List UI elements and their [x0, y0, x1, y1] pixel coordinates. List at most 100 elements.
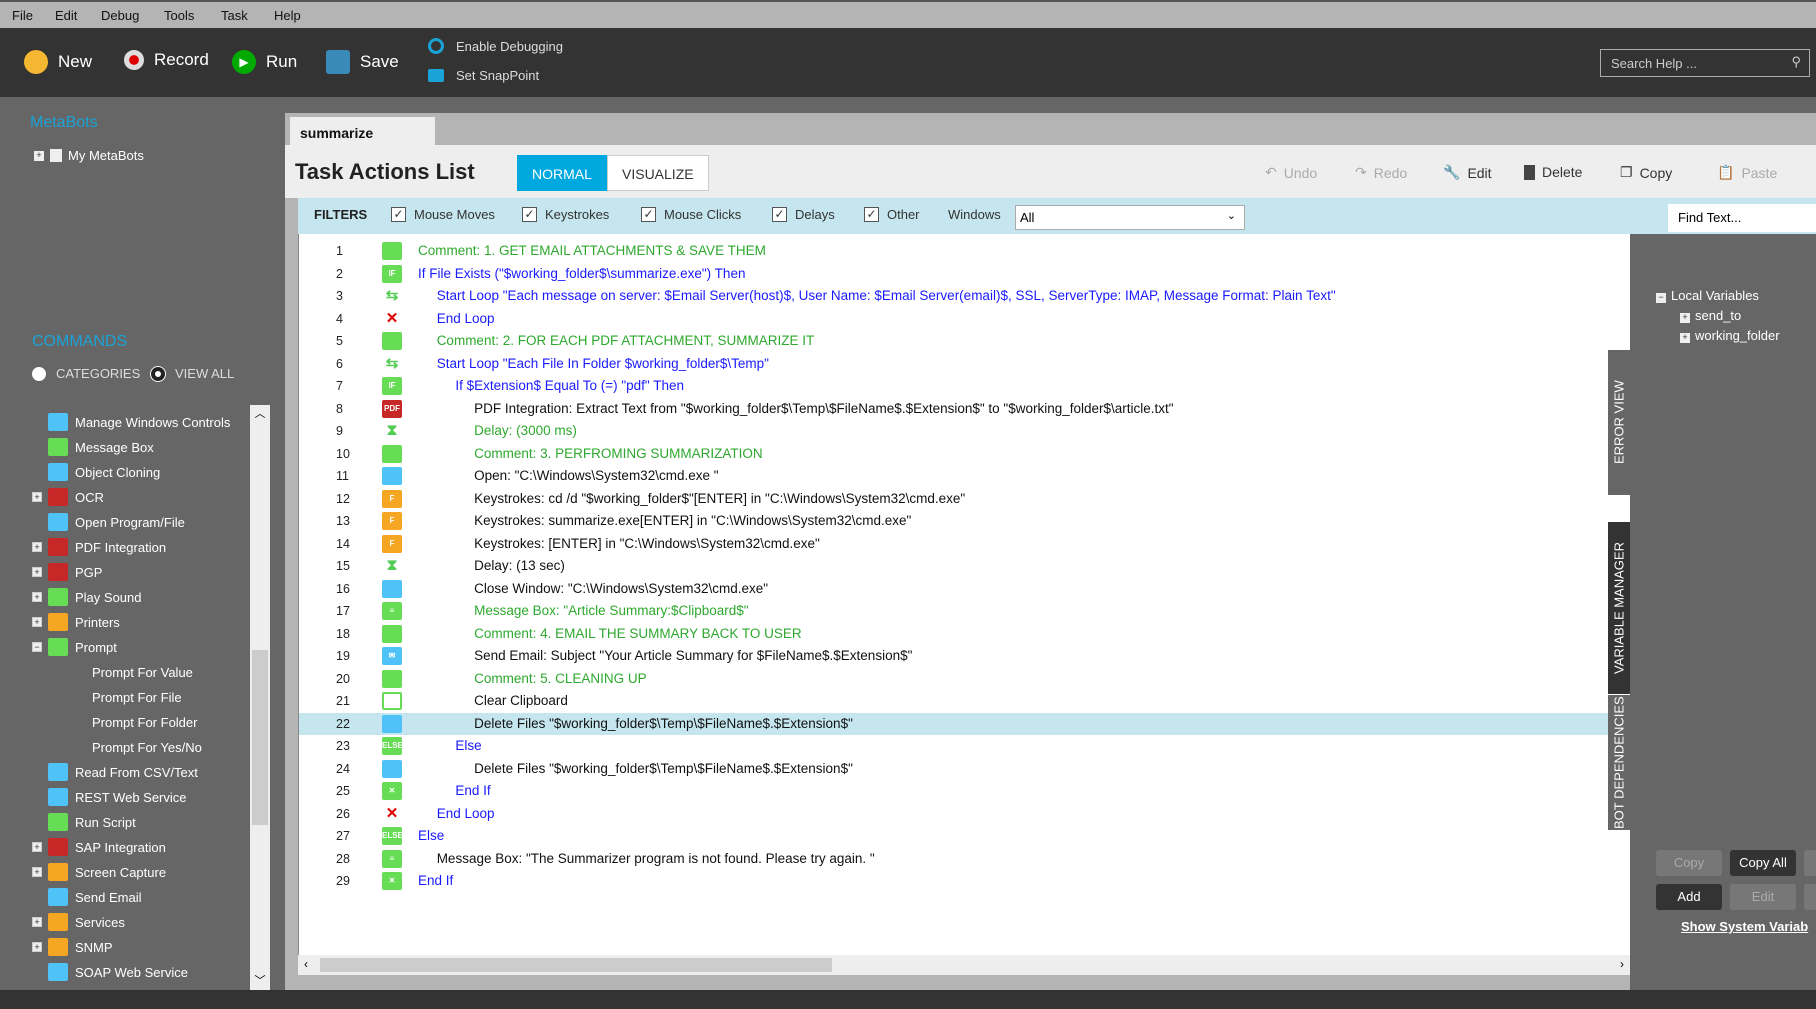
expand-icon[interactable]: + — [34, 150, 44, 161]
command-item[interactable]: SOAP Web Service — [32, 961, 188, 983]
action-row[interactable]: 7 IF If $Extension$ Equal To (=) "pdf" The… — [299, 375, 1631, 397]
expand-icon[interactable]: + — [32, 842, 42, 852]
expand-icon[interactable]: + — [32, 617, 42, 627]
command-item[interactable]: Prompt For Folder — [92, 711, 197, 733]
command-item[interactable]: + Services — [32, 911, 125, 933]
command-item[interactable]: Prompt For Value — [92, 661, 193, 683]
expand-icon[interactable]: + — [32, 592, 42, 602]
variable-working-folder[interactable]: + working_folder — [1680, 328, 1780, 343]
command-item[interactable]: Read From CSV/Text — [32, 761, 198, 783]
action-row[interactable]: 28 ≡ Message Box: "The Summarizer program … — [299, 848, 1631, 870]
undo-button[interactable]: ↶ Undo — [1265, 164, 1317, 181]
search-help-input[interactable]: Search Help ... ⚲ — [1600, 49, 1810, 77]
action-row[interactable]: 12 F Keystrokes: cd /d "$working_folder$"[… — [299, 488, 1631, 510]
mouse-moves-checkbox[interactable]: ✓ Mouse Moves — [391, 207, 495, 222]
more-button[interactable] — [1804, 884, 1816, 910]
menu-edit[interactable]: Edit — [55, 8, 77, 23]
command-item[interactable]: Prompt For File — [92, 686, 182, 708]
delete-button[interactable]: Delete — [1524, 164, 1582, 180]
scroll-right-icon[interactable]: › — [1620, 957, 1624, 971]
collapse-icon[interactable]: − — [32, 642, 42, 652]
command-item[interactable]: + PGP — [32, 561, 102, 583]
redo-button[interactable]: ↷ Redo — [1355, 164, 1407, 181]
bot-dependencies-tab[interactable]: BOT DEPENDENCIES — [1608, 695, 1630, 830]
local-variables-node[interactable]: − Local Variables — [1656, 288, 1759, 303]
edit-variable-button[interactable]: Edit — [1730, 884, 1796, 910]
command-item[interactable]: + PDF Integration — [32, 536, 166, 558]
menu-file[interactable]: File — [12, 8, 33, 23]
find-text-input[interactable]: Find Text... — [1668, 204, 1816, 232]
expand-icon[interactable]: + — [32, 867, 42, 877]
expand-icon[interactable]: + — [32, 917, 42, 927]
menu-tools[interactable]: Tools — [164, 8, 194, 23]
command-item[interactable]: Send Email — [32, 886, 141, 908]
command-item[interactable]: REST Web Service — [32, 786, 187, 808]
variable-send-to[interactable]: + send_to — [1680, 308, 1741, 323]
horizontal-scrollbar[interactable]: ‹ › — [298, 955, 1630, 975]
action-row[interactable]: 25 ✕ End If — [299, 780, 1631, 802]
menu-task[interactable]: Task — [221, 8, 248, 23]
tab-summarize[interactable]: summarize — [290, 117, 435, 145]
edit-button[interactable]: 🔧 Edit — [1443, 164, 1492, 181]
delays-checkbox[interactable]: ✓ Delays — [772, 207, 835, 222]
categories-radio[interactable]: CATEGORIES — [32, 366, 140, 381]
command-item[interactable]: Manage Windows Controls — [32, 411, 230, 433]
run-button[interactable]: ▶ Run — [232, 50, 297, 74]
command-item[interactable]: + Play Sound — [32, 586, 142, 608]
mouse-clicks-checkbox[interactable]: ✓ Mouse Clicks — [641, 207, 741, 222]
action-row[interactable]: 3 ⇆ Start Loop "Each message on server: $E… — [299, 285, 1631, 307]
show-system-variables-link[interactable]: Show System Variab — [1681, 919, 1808, 934]
command-item[interactable]: + SAP Integration — [32, 836, 166, 858]
action-row[interactable]: 5 Comment: 2. FOR EACH PDF ATTACHMENT, SU… — [299, 330, 1631, 352]
normal-view-button[interactable]: NORMAL — [517, 155, 607, 191]
expand-icon[interactable]: + — [32, 567, 42, 577]
command-item[interactable]: + SNMP — [32, 936, 113, 958]
action-row[interactable]: 11 Open: "C:\Windows\System32\cmd.exe " — [299, 465, 1631, 487]
action-row[interactable]: 23 ELSE Else — [299, 735, 1631, 757]
keystrokes-checkbox[interactable]: ✓ Keystrokes — [522, 207, 609, 222]
action-row[interactable]: 6 ⇆ Start Loop "Each File In Folder $worki… — [299, 353, 1631, 375]
action-row[interactable]: 14 F Keystrokes: [ENTER] in "C:\Windows\Sy… — [299, 533, 1631, 555]
scroll-left-icon[interactable]: ‹ — [304, 957, 308, 971]
command-item[interactable]: − Prompt — [32, 636, 117, 658]
menu-debug[interactable]: Debug — [101, 8, 139, 23]
expand-icon[interactable]: + — [32, 542, 42, 552]
command-item[interactable]: Prompt For Yes/No — [92, 736, 202, 758]
expand-icon[interactable]: + — [1680, 333, 1690, 343]
scroll-down-icon[interactable]: ﹀ — [250, 972, 270, 988]
action-row[interactable]: 1 Comment: 1. GET EMAIL ATTACHMENTS & SAV… — [299, 240, 1631, 262]
scroll-thumb[interactable] — [252, 650, 268, 825]
action-row[interactable]: 16 Close Window: "C:\Windows\System32\cmd… — [299, 578, 1631, 600]
command-item[interactable]: + Screen Capture — [32, 861, 166, 883]
variable-manager-tab[interactable]: VARIABLE MANAGER — [1608, 522, 1630, 694]
action-row[interactable]: 27 ELSE Else — [299, 825, 1631, 847]
command-item[interactable]: Object Cloning — [32, 461, 160, 483]
add-variable-button[interactable]: Add — [1656, 884, 1722, 910]
action-row[interactable]: 15 ⧗ Delay: (13 sec) — [299, 555, 1631, 577]
expand-icon[interactable]: + — [32, 492, 42, 502]
command-item[interactable]: Message Box — [32, 436, 154, 458]
action-row[interactable]: 24 Delete Files "$working_folder$\Temp\$F… — [299, 758, 1631, 780]
action-row[interactable]: 22 Delete Files "$working_folder$\Temp\$F… — [299, 712, 1631, 735]
my-metabots-node[interactable]: + My MetaBots — [34, 148, 144, 163]
action-row[interactable]: 26 ✕ End Loop — [299, 803, 1631, 825]
visualize-view-button[interactable]: VISUALIZE — [607, 155, 709, 191]
action-row[interactable]: 20 Comment: 5. CLEANING UP — [299, 668, 1631, 690]
command-item[interactable]: + OCR — [32, 486, 104, 508]
more-button[interactable] — [1804, 850, 1816, 876]
commands-scrollbar[interactable]: ︿ ﹀ — [250, 405, 270, 990]
copy-all-button[interactable]: Copy All — [1730, 850, 1796, 876]
action-row[interactable]: 4 ✕ End Loop — [299, 308, 1631, 330]
action-row[interactable]: 13 F Keystrokes: summarize.exe[ENTER] in "… — [299, 510, 1631, 532]
action-row[interactable]: 8 PDF PDF Integration: Extract Text from "… — [299, 398, 1631, 420]
enable-debugging-button[interactable]: Enable Debugging — [428, 38, 563, 54]
action-row[interactable]: 2 IF If File Exists ("$working_folder$\sum… — [299, 263, 1631, 285]
action-row[interactable]: 10 Comment: 3. PERFROMING SUMMARIZATION — [299, 443, 1631, 465]
collapse-icon[interactable]: − — [1656, 293, 1666, 303]
record-button[interactable]: Record — [124, 50, 209, 70]
copy-variable-button[interactable]: Copy — [1656, 850, 1722, 876]
view-all-radio[interactable]: VIEW ALL — [151, 366, 234, 381]
action-row[interactable]: 19 ✉ Send Email: Subject "Your Article Sum… — [299, 645, 1631, 667]
error-view-tab[interactable]: ERROR VIEW — [1608, 350, 1630, 495]
command-item[interactable]: Run Script — [32, 811, 136, 833]
